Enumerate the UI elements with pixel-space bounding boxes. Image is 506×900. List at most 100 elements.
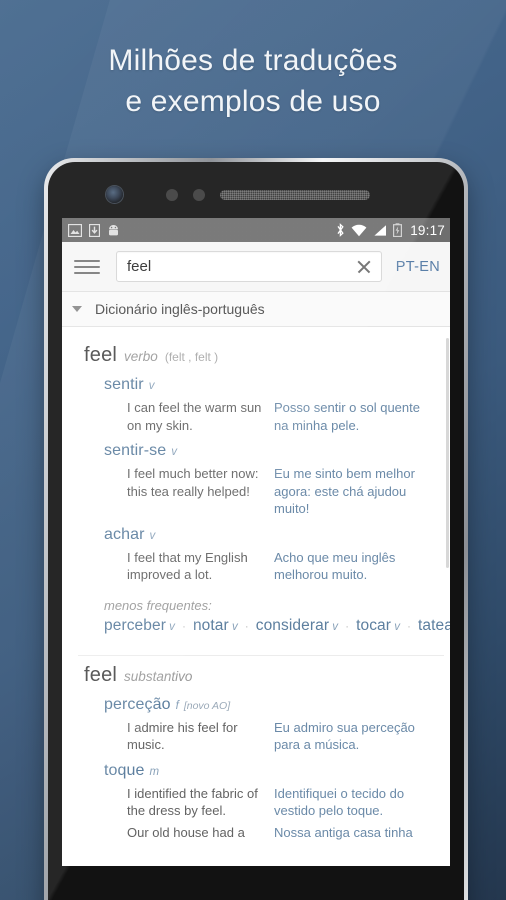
example-target: Nossa antiga casa tinha: [274, 824, 413, 840]
translation-term[interactable]: sentir-se: [104, 442, 166, 460]
less-frequent-list: perceber v · notar v · considerar v · tocar v ·…: [78, 615, 450, 638]
translation-term[interactable]: achar: [104, 526, 145, 544]
translation-term[interactable]: notar: [193, 617, 229, 634]
sense-header: sentir-se v: [104, 442, 444, 460]
part-of-speech: verbo: [124, 349, 158, 364]
sense-block: sentir v I can feel the warm sun on my ski…: [78, 370, 444, 436]
entry-headword-row: feel verbo (felt , felt ): [78, 338, 444, 370]
front-camera-icon: [106, 186, 123, 203]
content-fade: [62, 848, 450, 866]
headword: feel: [84, 344, 118, 366]
example-table: I admire his feel for music. Eu admiro su…: [104, 717, 444, 756]
dictionary-entry: feel verbo (felt , felt ) sentir v I can feel…: [78, 338, 450, 642]
less-frequent-item: tocar v: [356, 617, 400, 634]
promo-headline-line2: e exemplos de uso: [125, 85, 381, 118]
promo-stage: Milhões de traduções e exemplos de uso 1…: [0, 0, 506, 900]
example-source: I feel much better now: this tea really …: [127, 466, 259, 499]
battery-icon: [393, 223, 403, 237]
less-frequent-item: perceber v: [104, 617, 175, 634]
translation-term[interactable]: toque: [104, 762, 145, 780]
grammar-marker: v: [149, 529, 156, 542]
grammar-marker: f: [175, 699, 179, 712]
entry-divider: [78, 654, 444, 656]
example-source: I feel that my English improved a lot.: [127, 549, 248, 583]
search-box[interactable]: [116, 251, 382, 282]
example-source: Our old house had a: [127, 824, 245, 840]
example-table: I identified the fabric of the dress by …: [104, 783, 444, 844]
sense-block: toque m I identified the fabric of the dre…: [78, 756, 444, 844]
example-target: Acho que meu inglês melhorou muito.: [274, 549, 396, 583]
separator-dot: ·: [406, 618, 411, 633]
dictionary-entry: feel substantivo perceção f [novo AO] I admir…: [78, 658, 444, 848]
grammar-marker: v: [148, 380, 155, 392]
less-frequent-item: considerar v: [256, 617, 338, 634]
sense-block: sentir-se v I feel much better now: this t…: [78, 436, 444, 520]
usage-note: [novo AO]: [183, 699, 231, 712]
example-row: I admire his feel for music. Eu admiro su…: [104, 717, 444, 756]
grammar-marker: v: [329, 620, 339, 633]
example-table: I feel much better now: this tea really …: [104, 463, 444, 520]
search-bar: PT-EN: [62, 242, 450, 292]
example-table: I feel that my English improved a lot. Ac…: [104, 547, 444, 586]
dictionary-title: Dicionário inglês-português: [95, 301, 265, 317]
sense-block: perceção f [novo AO] I admire his feel for …: [78, 690, 444, 756]
android-icon: [109, 224, 118, 235]
example-target: Eu admiro sua perceção para a música.: [274, 719, 415, 753]
phone-body: 19:17 PT-EN: [48, 162, 464, 900]
example-target: Identifiquei o tecido do vestido pelo to…: [274, 785, 405, 819]
translation-term[interactable]: tatear: [418, 617, 450, 634]
menu-icon[interactable]: [74, 257, 100, 277]
example-target: Eu me sinto bem melhor agora: este chá a…: [274, 466, 415, 516]
translation-term[interactable]: considerar: [256, 617, 329, 634]
example-row: I feel that my English improved a lot. Ac…: [104, 547, 444, 586]
sense-block: achar v I feel that my English improved a …: [78, 520, 444, 586]
example-row: Our old house had a Nossa antiga casa tin…: [104, 822, 444, 844]
grammar-marker: v: [171, 446, 178, 458]
grammar-marker: v: [165, 620, 175, 633]
example-source: I admire his feel for music.: [127, 719, 238, 753]
menu-icon-line: [74, 271, 100, 274]
grammar-marker: v: [228, 620, 238, 633]
menu-icon-line: [74, 265, 100, 268]
separator-dot: ·: [181, 618, 186, 633]
sense-header: toque m: [104, 762, 444, 780]
sense-header: achar v: [104, 526, 444, 544]
wifi-icon: [351, 224, 367, 236]
phone-mockup: 19:17 PT-EN: [44, 158, 468, 900]
bluetooth-icon: [337, 223, 344, 237]
phone-top-bezel: [48, 162, 464, 218]
status-bar: 19:17: [62, 218, 450, 242]
less-frequent-item: notar v: [193, 617, 238, 634]
sense-header: perceção f [novo AO]: [104, 696, 444, 714]
sense-header: sentir v: [104, 376, 444, 394]
promo-headline-line1: Milhões de traduções: [108, 44, 398, 77]
part-of-speech: substantivo: [124, 668, 193, 684]
example-row: I can feel the warm sun on my skin. Posso…: [104, 397, 444, 436]
clear-icon[interactable]: [355, 258, 373, 276]
grammar-marker: v: [391, 620, 400, 633]
separator-dot: ·: [345, 618, 350, 633]
example-source: I identified the fabric of the dress by …: [127, 785, 258, 819]
status-bar-right-icons: 19:17: [336, 223, 445, 238]
translation-term[interactable]: tocar: [356, 617, 391, 634]
grammar-marker: m: [149, 765, 160, 778]
promo-headline: Milhões de traduções e exemplos de uso: [0, 40, 506, 122]
separator-dot: ·: [244, 618, 249, 633]
signal-icon: [374, 224, 387, 236]
dictionary-header[interactable]: Dicionário inglês-português: [62, 292, 450, 327]
search-input[interactable]: [127, 258, 355, 275]
proximity-sensor-icon: [166, 189, 178, 201]
status-bar-clock: 19:17: [410, 222, 445, 238]
headword: feel: [84, 663, 118, 686]
language-pair-button[interactable]: PT-EN: [392, 259, 440, 275]
menu-icon-line: [74, 259, 100, 262]
less-frequent-item: tatear v [BR]: [418, 617, 450, 634]
translation-term[interactable]: sentir: [104, 376, 144, 394]
scrollbar[interactable]: [446, 338, 449, 568]
earpiece-speaker: [220, 190, 370, 200]
dictionary-results[interactable]: feel verbo (felt , felt ) sentir v I can feel…: [62, 328, 450, 866]
translation-term[interactable]: perceber: [104, 617, 166, 634]
translation-term[interactable]: perceção: [104, 696, 171, 714]
chevron-down-icon: [72, 306, 82, 312]
phone-screen: 19:17 PT-EN: [62, 218, 450, 866]
